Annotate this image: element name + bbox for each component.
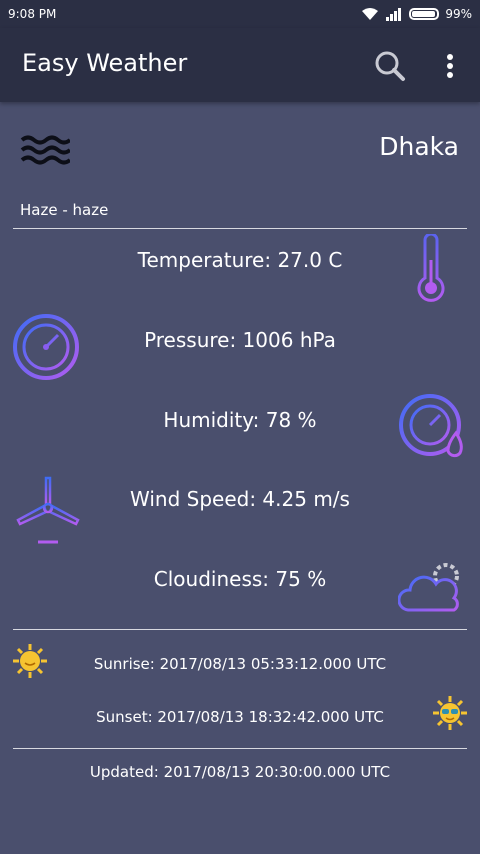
overflow-menu-button[interactable] bbox=[432, 48, 468, 84]
divider-bottom bbox=[13, 748, 467, 749]
status-icons: 99% bbox=[361, 5, 472, 23]
search-button[interactable] bbox=[372, 48, 408, 84]
thermometer-icon bbox=[417, 234, 445, 302]
pressure-text: Pressure: 1006 hPa bbox=[144, 328, 336, 352]
updated-text: Updated: 2017/08/13 20:30:00.000 UTC bbox=[89, 763, 391, 781]
divider-top bbox=[13, 228, 467, 229]
cloud-sun-icon bbox=[398, 563, 459, 612]
humidity-gauge-icon bbox=[399, 394, 463, 458]
search-icon bbox=[375, 51, 405, 81]
status-bar: 9:08 PM 99% bbox=[0, 0, 480, 28]
status-time: 9:08 PM bbox=[8, 7, 57, 21]
city-name: Dhaka bbox=[379, 132, 459, 161]
wifi-icon bbox=[362, 8, 379, 20]
weather-condition: Haze - haze bbox=[20, 201, 109, 219]
battery-percent: 99% bbox=[445, 7, 472, 21]
haze-icon bbox=[20, 135, 70, 165]
battery-icon bbox=[409, 8, 440, 20]
sun-sunglasses-icon bbox=[433, 696, 467, 730]
app-bar: Easy Weather bbox=[0, 28, 480, 102]
overflow-menu-icon bbox=[447, 54, 453, 78]
app-title: Easy Weather bbox=[22, 49, 188, 77]
wind-speed-text: Wind Speed: 4.25 m/s bbox=[130, 487, 350, 511]
divider-middle bbox=[13, 629, 467, 630]
sunrise-text: Sunrise: 2017/08/13 05:33:12.000 UTC bbox=[93, 655, 387, 673]
temperature-text: Temperature: 27.0 C bbox=[137, 248, 343, 272]
signal-icon bbox=[386, 8, 402, 21]
sunset-text: Sunset: 2017/08/13 18:32:42.000 UTC bbox=[96, 708, 384, 726]
